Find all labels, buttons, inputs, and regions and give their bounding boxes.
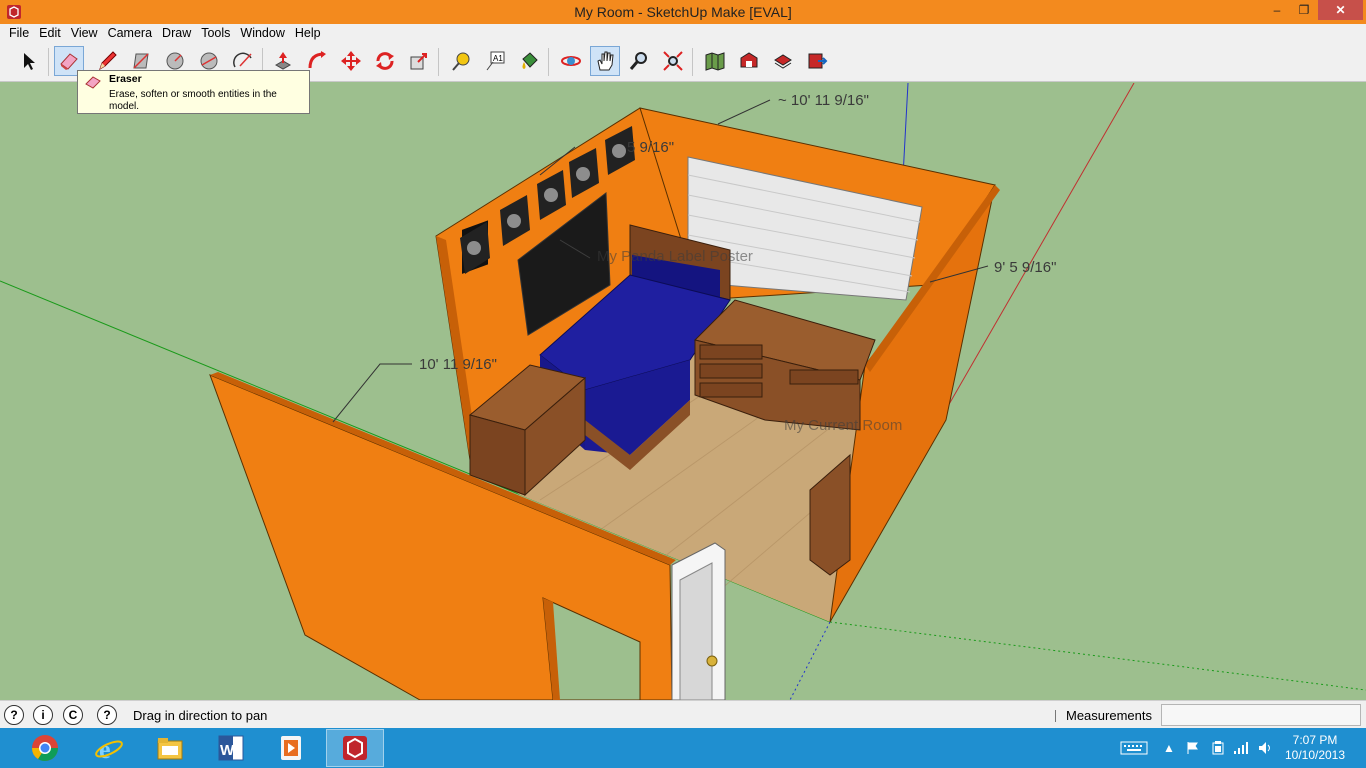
- pan-tool-button[interactable]: [590, 46, 620, 76]
- status-message: Drag in direction to pan: [133, 708, 268, 723]
- share-model-icon: [774, 54, 792, 69]
- show-hidden-icons-icon[interactable]: ▲: [1163, 728, 1175, 768]
- media-player-icon[interactable]: [262, 729, 320, 767]
- menu-file[interactable]: File: [4, 26, 34, 40]
- title-bar: My Room - SketchUp Make [EVAL] – ❐ ✕: [0, 0, 1366, 24]
- scale-tool-button[interactable]: [404, 46, 434, 76]
- share-model-tool-button[interactable]: [768, 46, 798, 76]
- word-icon[interactable]: W: [202, 729, 260, 767]
- text-tool-button[interactable]: A1: [480, 46, 510, 76]
- menu-tools[interactable]: Tools: [196, 26, 235, 40]
- power-icon[interactable]: [1210, 728, 1226, 768]
- rotate-icon: [376, 52, 394, 70]
- clock-date: 10/10/2013: [1284, 748, 1346, 762]
- maximize-button[interactable]: ❐: [1290, 0, 1318, 20]
- polygon-icon: [200, 52, 218, 70]
- help-icon[interactable]: ?: [97, 705, 117, 725]
- paint-bucket-tool-button[interactable]: [514, 46, 544, 76]
- follow-me-icon: [308, 51, 326, 69]
- copyright-icon[interactable]: C: [63, 705, 83, 725]
- action-center-icon[interactable]: [1186, 728, 1200, 768]
- circle-icon: [166, 52, 184, 70]
- keyboard-icon[interactable]: [1120, 728, 1148, 768]
- menu-window[interactable]: Window: [235, 26, 289, 40]
- move-tool-button[interactable]: [336, 46, 366, 76]
- push-pull-icon: [274, 52, 292, 70]
- network-icon[interactable]: [1233, 728, 1249, 768]
- select-tool-button[interactable]: [14, 46, 44, 76]
- hand-icon: [597, 51, 614, 71]
- scale-icon: [410, 53, 427, 70]
- credits-icon[interactable]: i: [33, 705, 53, 725]
- minimize-button[interactable]: –: [1263, 0, 1291, 20]
- map-icon: [705, 52, 725, 71]
- arrow-icon: [24, 53, 35, 70]
- poster-label[interactable]: My Panda Label Poster: [597, 248, 753, 265]
- clock[interactable]: 7:07 PM 10/10/2013: [1282, 733, 1348, 763]
- 3d-warehouse-tool-button[interactable]: [734, 46, 764, 76]
- menu-bar: File Edit View Camera Draw Tools Window …: [0, 24, 1366, 42]
- chrome-icon[interactable]: [16, 729, 74, 767]
- tooltip-title: Eraser: [109, 73, 142, 85]
- internet-explorer-icon[interactable]: e: [80, 729, 138, 767]
- dimension-top-wall[interactable]: ~ 10' 11 9/16": [778, 92, 869, 109]
- taskbar: e W ▲ 7:07 PM 10/10/2013: [0, 728, 1366, 768]
- menu-draw[interactable]: Draw: [157, 26, 196, 40]
- model-viewport[interactable]: ~ 10' 11 9/16" 5 9/16" 9' 5 9/16" 10' 11…: [0, 83, 1366, 700]
- rotate-tool-button[interactable]: [370, 46, 400, 76]
- eraser-icon: [60, 53, 78, 70]
- dimension-left-top[interactable]: 5 9/16": [627, 139, 674, 156]
- extension-icon: [808, 53, 828, 69]
- close-button[interactable]: ✕: [1318, 0, 1363, 20]
- text-icon: A1: [486, 51, 505, 71]
- orbit-icon: [561, 56, 581, 66]
- dimension-right-wall[interactable]: 9' 5 9/16": [994, 259, 1056, 276]
- window-title: My Room - SketchUp Make [EVAL]: [574, 4, 792, 20]
- geo-location-icon[interactable]: ?: [4, 705, 24, 725]
- clock-time: 7:07 PM: [1292, 733, 1338, 747]
- menu-help[interactable]: Help: [290, 26, 326, 40]
- paint-bucket-icon: [522, 52, 538, 69]
- tooltip-body: Erase, soften or smooth entities in the …: [109, 89, 277, 112]
- room-label[interactable]: My Current Room: [784, 417, 902, 434]
- magnifier-icon: [629, 52, 647, 70]
- extension-warehouse-tool-button[interactable]: [802, 46, 832, 76]
- model-drawing: [0, 83, 1366, 700]
- menu-edit[interactable]: Edit: [34, 26, 66, 40]
- pencil-icon: [99, 51, 117, 71]
- move-icon: [341, 51, 361, 71]
- warehouse-icon: [740, 52, 758, 68]
- eraser-tooltip: Eraser Erase, soften or smooth entities …: [77, 70, 310, 114]
- svg-text:W: W: [220, 742, 235, 759]
- tape-measure-icon: [452, 52, 470, 71]
- add-location-tool-button[interactable]: [700, 46, 730, 76]
- dimension-front-wall[interactable]: 10' 11 9/16": [419, 356, 497, 373]
- arc-icon: [233, 52, 252, 68]
- orbit-tool-button[interactable]: [556, 46, 586, 76]
- menu-camera[interactable]: Camera: [103, 26, 157, 40]
- tape-measure-tool-button[interactable]: [446, 46, 476, 76]
- svg-text:A1: A1: [493, 54, 503, 63]
- status-bar: ? i C ? Drag in direction to pan Measure…: [0, 700, 1366, 728]
- volume-icon[interactable]: [1258, 728, 1274, 768]
- file-explorer-icon[interactable]: [141, 729, 199, 767]
- measurements-input[interactable]: [1161, 704, 1361, 726]
- zoom-tool-button[interactable]: [624, 46, 654, 76]
- sketchup-icon[interactable]: [326, 729, 384, 767]
- rectangle-icon: [133, 53, 149, 69]
- measurements-label: Measurements: [1066, 708, 1152, 723]
- menu-view[interactable]: View: [66, 26, 103, 40]
- zoom-extents-icon: [663, 51, 683, 71]
- zoom-extents-tool-button[interactable]: [658, 46, 688, 76]
- eraser-icon: [85, 76, 101, 89]
